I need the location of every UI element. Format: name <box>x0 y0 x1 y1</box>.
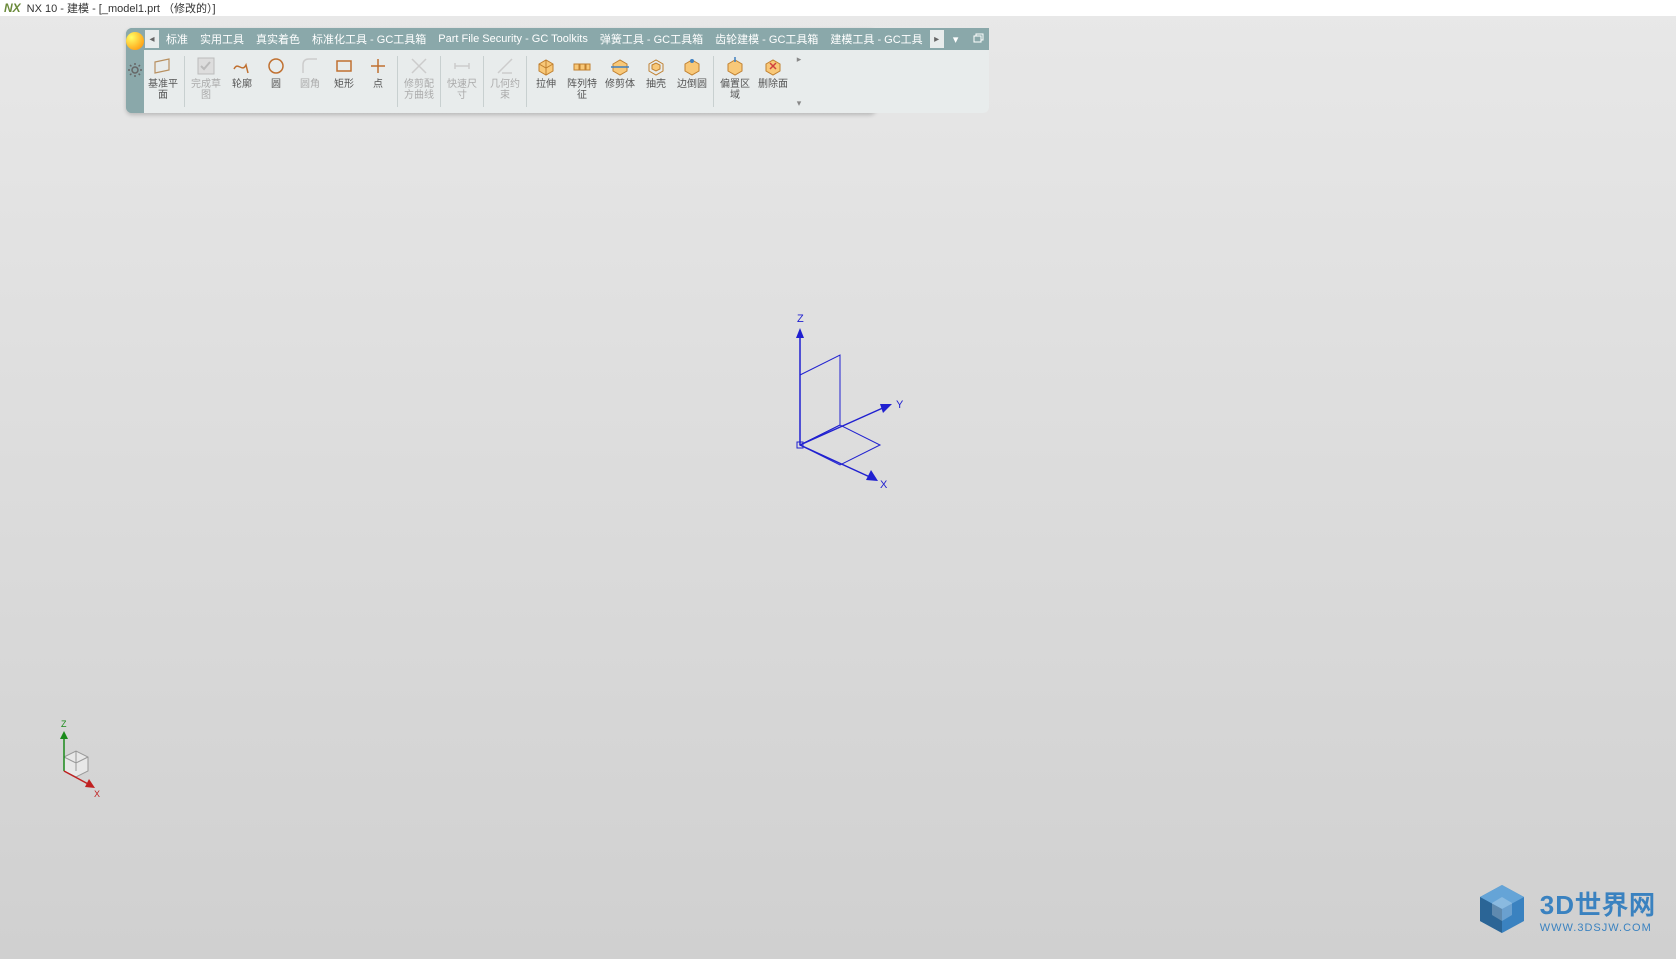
view-triad[interactable]: Z X <box>46 719 106 799</box>
triad-z-label: Z <box>61 719 67 729</box>
datum-csys[interactable]: Z Y X <box>780 300 920 490</box>
y-axis-label: Y <box>896 399 904 411</box>
x-axis-label: X <box>880 479 888 490</box>
triad-x-label: X <box>94 789 100 799</box>
watermark-cube-icon <box>1472 879 1532 939</box>
watermark: 3D世界网 WWW.3DSJW.COM <box>1472 879 1656 939</box>
watermark-title: 3D世界网 <box>1540 885 1656 922</box>
graphics-viewport[interactable]: Z Y X Z X <box>0 0 1676 959</box>
z-axis-label: Z <box>797 313 804 325</box>
watermark-url: WWW.3DSJW.COM <box>1540 922 1656 934</box>
